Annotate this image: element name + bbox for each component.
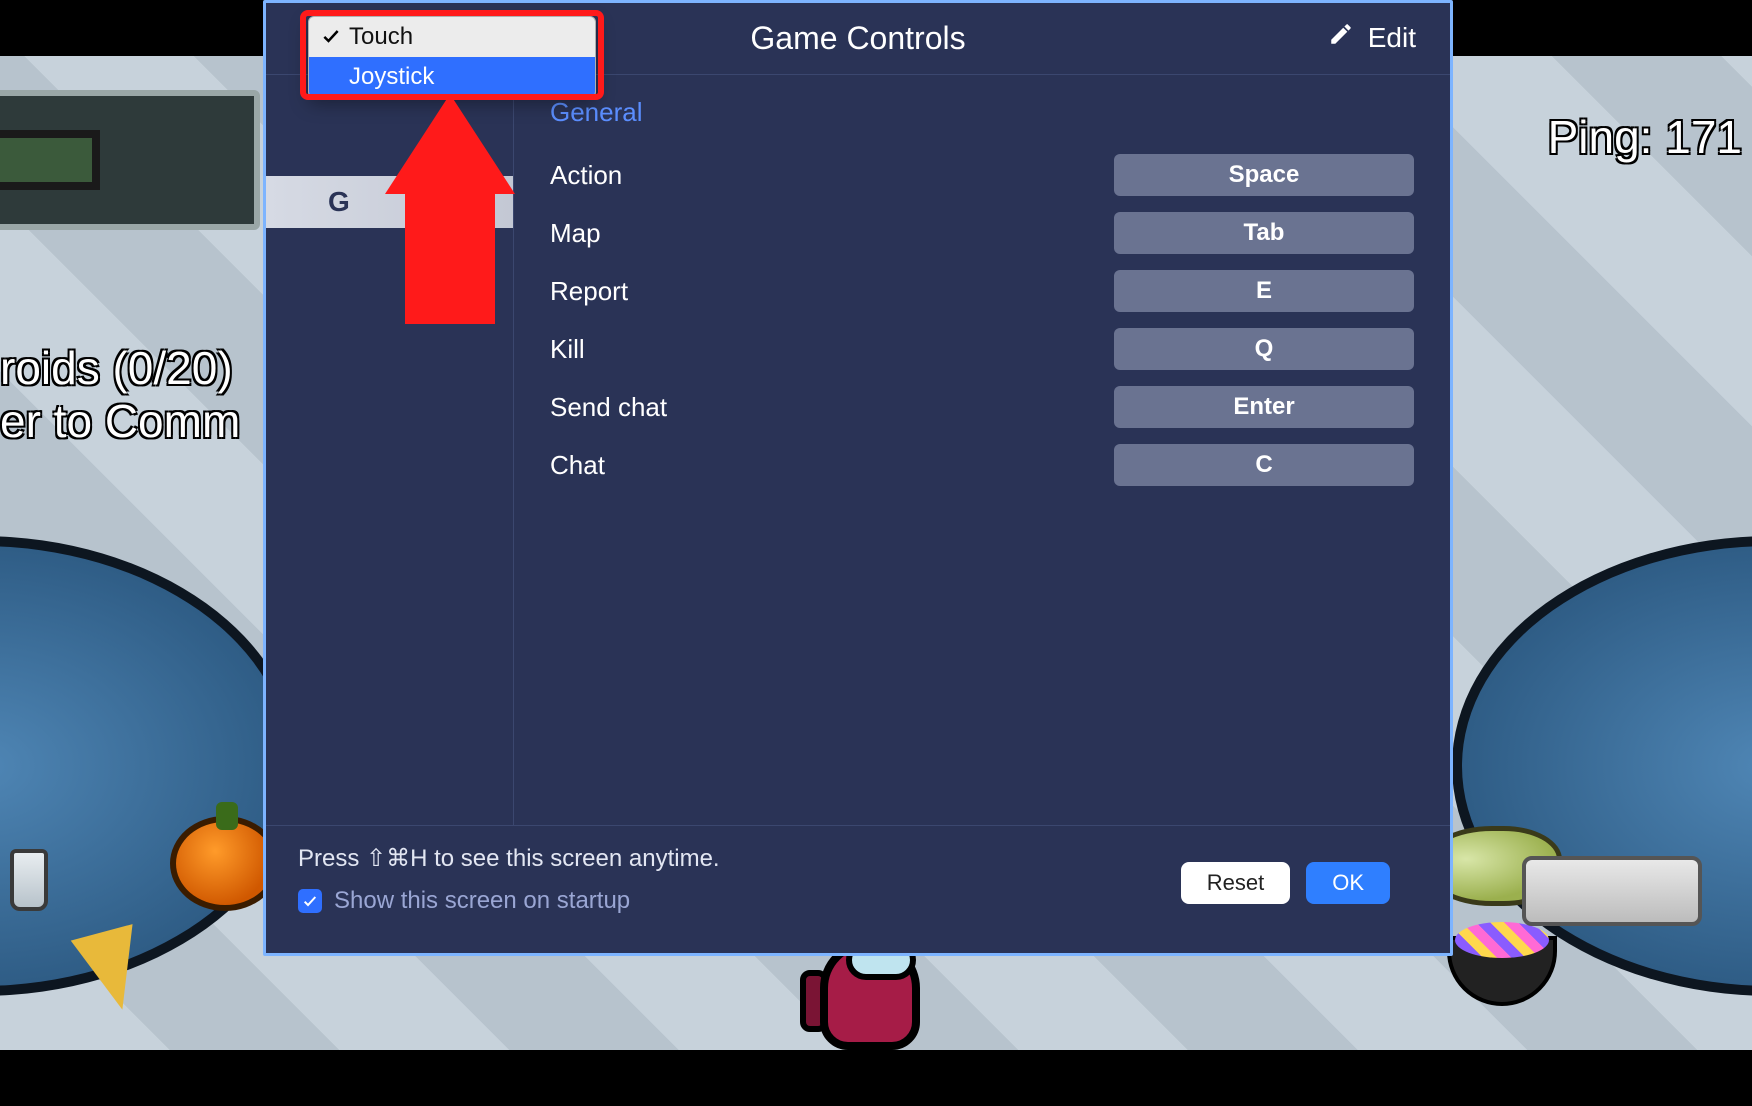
binding-row: Action Space — [550, 146, 1414, 204]
binding-key-button[interactable]: C — [1114, 444, 1414, 486]
ok-button[interactable]: OK — [1306, 862, 1390, 904]
dropdown-item-joystick[interactable]: Joystick — [309, 57, 595, 97]
binding-label: Chat — [550, 450, 1114, 481]
footer-hint: Press ⇧⌘H to see this screen anytime. — [298, 844, 720, 873]
binding-row: Kill Q — [550, 320, 1414, 378]
binding-label: Action — [550, 160, 1114, 191]
edit-button[interactable]: Edit — [1328, 21, 1416, 54]
binding-key-button[interactable]: Space — [1114, 154, 1414, 196]
dropdown-item-touch[interactable]: Touch — [309, 17, 595, 57]
plates-prop — [1522, 856, 1702, 926]
sidebar-item-general[interactable]: G — [266, 176, 513, 228]
binding-key-button[interactable]: E — [1114, 270, 1414, 312]
pencil-icon — [1328, 21, 1354, 54]
dialog-body: G General Action Space Map Tab Report E … — [266, 75, 1450, 825]
checkmark-icon — [321, 25, 341, 45]
dropdown-item-label: Touch — [349, 23, 413, 51]
section-title: General — [550, 97, 1414, 128]
binding-label: Send chat — [550, 392, 1114, 423]
letterbox-bottom — [0, 1050, 1752, 1106]
binding-key-button[interactable]: Q — [1114, 328, 1414, 370]
dialog-sidebar: G — [266, 75, 514, 825]
binding-label: Map — [550, 218, 1114, 249]
task-text: roids (0/20) er to Comm — [0, 342, 240, 448]
glass-prop — [10, 849, 48, 911]
control-scheme-dropdown[interactable]: Touch Joystick — [308, 16, 596, 98]
checkbox-checked-icon[interactable] — [298, 889, 322, 913]
task-progress-bar — [0, 130, 100, 190]
binding-key-button[interactable]: Enter — [1114, 386, 1414, 428]
dropdown-item-label: Joystick — [349, 63, 434, 91]
show-on-startup-row[interactable]: Show this screen on startup — [298, 887, 720, 915]
dialog-title: Game Controls — [750, 20, 965, 57]
binding-key-button[interactable]: Tab — [1114, 212, 1414, 254]
reset-button[interactable]: Reset — [1181, 862, 1290, 904]
binding-row: Send chat Enter — [550, 378, 1414, 436]
edit-label: Edit — [1368, 22, 1416, 54]
binding-row: Report E — [550, 262, 1414, 320]
game-controls-dialog: Game Controls Edit G General Action Spac… — [263, 0, 1453, 956]
footer-buttons: Reset OK — [1181, 862, 1390, 904]
binding-label: Report — [550, 276, 1114, 307]
binding-row: Chat C — [550, 436, 1414, 494]
binding-row: Map Tab — [550, 204, 1414, 262]
dialog-main: General Action Space Map Tab Report E Ki… — [514, 75, 1450, 825]
binding-label: Kill — [550, 334, 1114, 365]
footer-left: Press ⇧⌘H to see this screen anytime. Sh… — [298, 844, 720, 915]
sidebar-item-label: G — [328, 186, 350, 218]
ping-indicator: Ping: 171 — [1548, 110, 1742, 164]
show-on-startup-label: Show this screen on startup — [334, 887, 630, 915]
dialog-footer: Press ⇧⌘H to see this screen anytime. Sh… — [266, 825, 1450, 953]
